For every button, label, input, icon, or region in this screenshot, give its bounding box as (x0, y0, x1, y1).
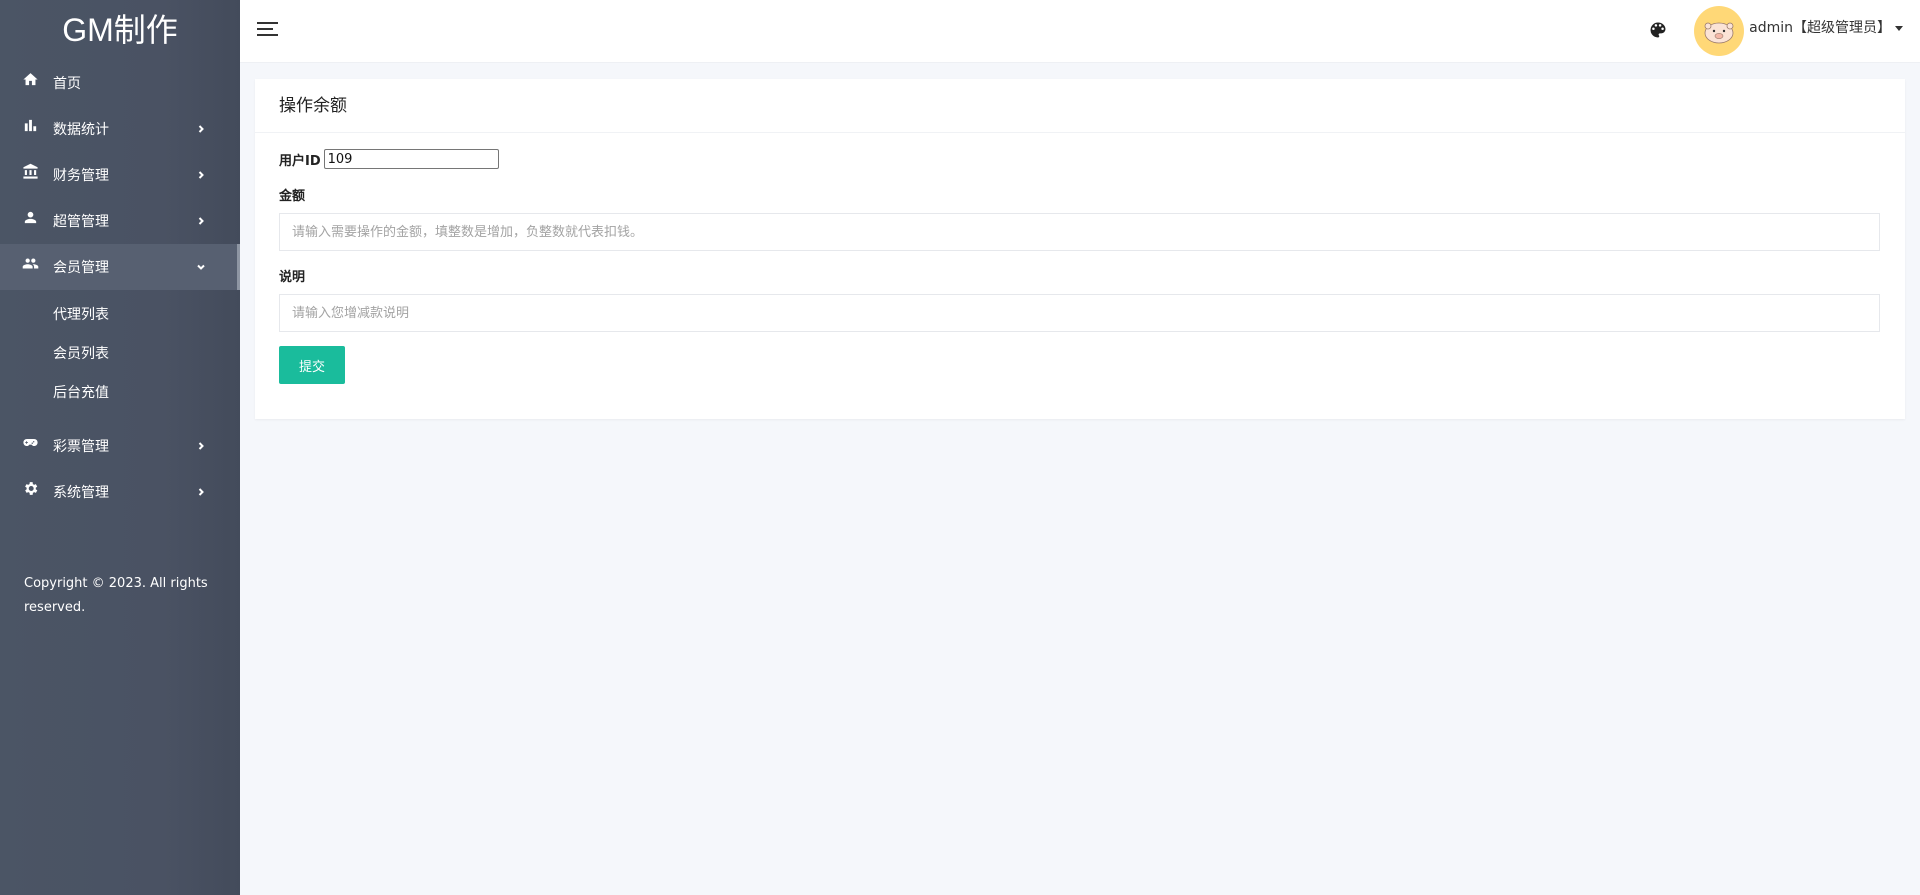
user-id-row: 用户ID (279, 148, 1881, 170)
gamepad-icon (20, 432, 40, 452)
chevron-right-icon (196, 168, 210, 182)
balance-card: 操作余额 用户ID 金额 说明 提交 (255, 79, 1905, 419)
home-icon (20, 69, 40, 89)
palette-icon[interactable] (1648, 20, 1668, 40)
caret-down-icon (1895, 25, 1903, 31)
members-submenu: 代理列表 会员列表 后台充值 (0, 290, 240, 423)
gear-icon (20, 478, 40, 498)
chevron-right-icon (196, 214, 210, 228)
submenu-item-member-list[interactable]: 会员列表 (0, 335, 240, 374)
sidebar-item-label: 财务管理 (53, 168, 109, 184)
sidebar-item-stats[interactable]: 数据统计 (0, 106, 240, 152)
submit-button[interactable]: 提交 (279, 346, 345, 384)
sidebar-item-home[interactable]: 首页 (0, 60, 240, 106)
sidebar-item-finance[interactable]: 财务管理 (0, 152, 240, 198)
sidebar-item-label: 超管管理 (53, 214, 109, 230)
card-title: 操作余额 (255, 79, 1905, 133)
amount-input[interactable] (279, 213, 1880, 251)
description-input[interactable] (279, 294, 1880, 332)
sidebar-nav-lower: 彩票管理 系统管理 (0, 423, 240, 515)
submenu-item-backend-recharge[interactable]: 后台充值 (0, 374, 240, 413)
sidebar-item-members[interactable]: 会员管理 (0, 244, 240, 290)
sidebar-item-label: 彩票管理 (53, 439, 109, 455)
sidebar-item-super-admin[interactable]: 超管管理 (0, 198, 240, 244)
sidebar: GM制作 首页 数据统计 财务管理 超管管理 会员管理 代理列表 会员列表 后台… (0, 0, 240, 895)
sidebar-item-label: 首页 (53, 76, 81, 92)
user-menu[interactable]: admin【超级管理员】 (1749, 0, 1903, 57)
chevron-right-icon (196, 122, 210, 136)
brand-logo[interactable]: GM制作 (0, 0, 240, 60)
submenu-item-agent-list[interactable]: 代理列表 (0, 296, 240, 335)
user-id-label: 用户ID (279, 153, 321, 169)
sidebar-item-lottery[interactable]: 彩票管理 (0, 423, 240, 469)
sidebar-item-label: 系统管理 (53, 485, 109, 501)
amount-label: 金额 (279, 189, 306, 204)
bar-chart-icon (20, 115, 40, 135)
copyright-text: Copyright © 2023. All rights reserved. (24, 576, 208, 615)
bank-icon (20, 161, 40, 181)
sidebar-item-system[interactable]: 系统管理 (0, 469, 240, 515)
balance-form: 用户ID 金额 说明 提交 (255, 133, 1905, 384)
sidebar-nav: 首页 数据统计 财务管理 超管管理 会员管理 (0, 60, 240, 290)
chevron-right-icon (196, 485, 210, 499)
person-icon (20, 207, 40, 227)
user-id-input[interactable] (323, 149, 499, 169)
description-label: 说明 (279, 270, 306, 285)
user-name: admin【超级管理员】 (1749, 20, 1891, 36)
sidebar-item-label: 会员管理 (53, 260, 109, 276)
chevron-down-icon (196, 260, 210, 274)
menu-toggle-icon[interactable] (257, 19, 279, 39)
people-icon (20, 253, 40, 273)
sidebar-item-label: 数据统计 (53, 122, 109, 138)
top-bar: admin【超级管理员】 (240, 0, 1920, 63)
avatar[interactable] (1694, 6, 1744, 56)
chevron-right-icon (196, 439, 210, 453)
